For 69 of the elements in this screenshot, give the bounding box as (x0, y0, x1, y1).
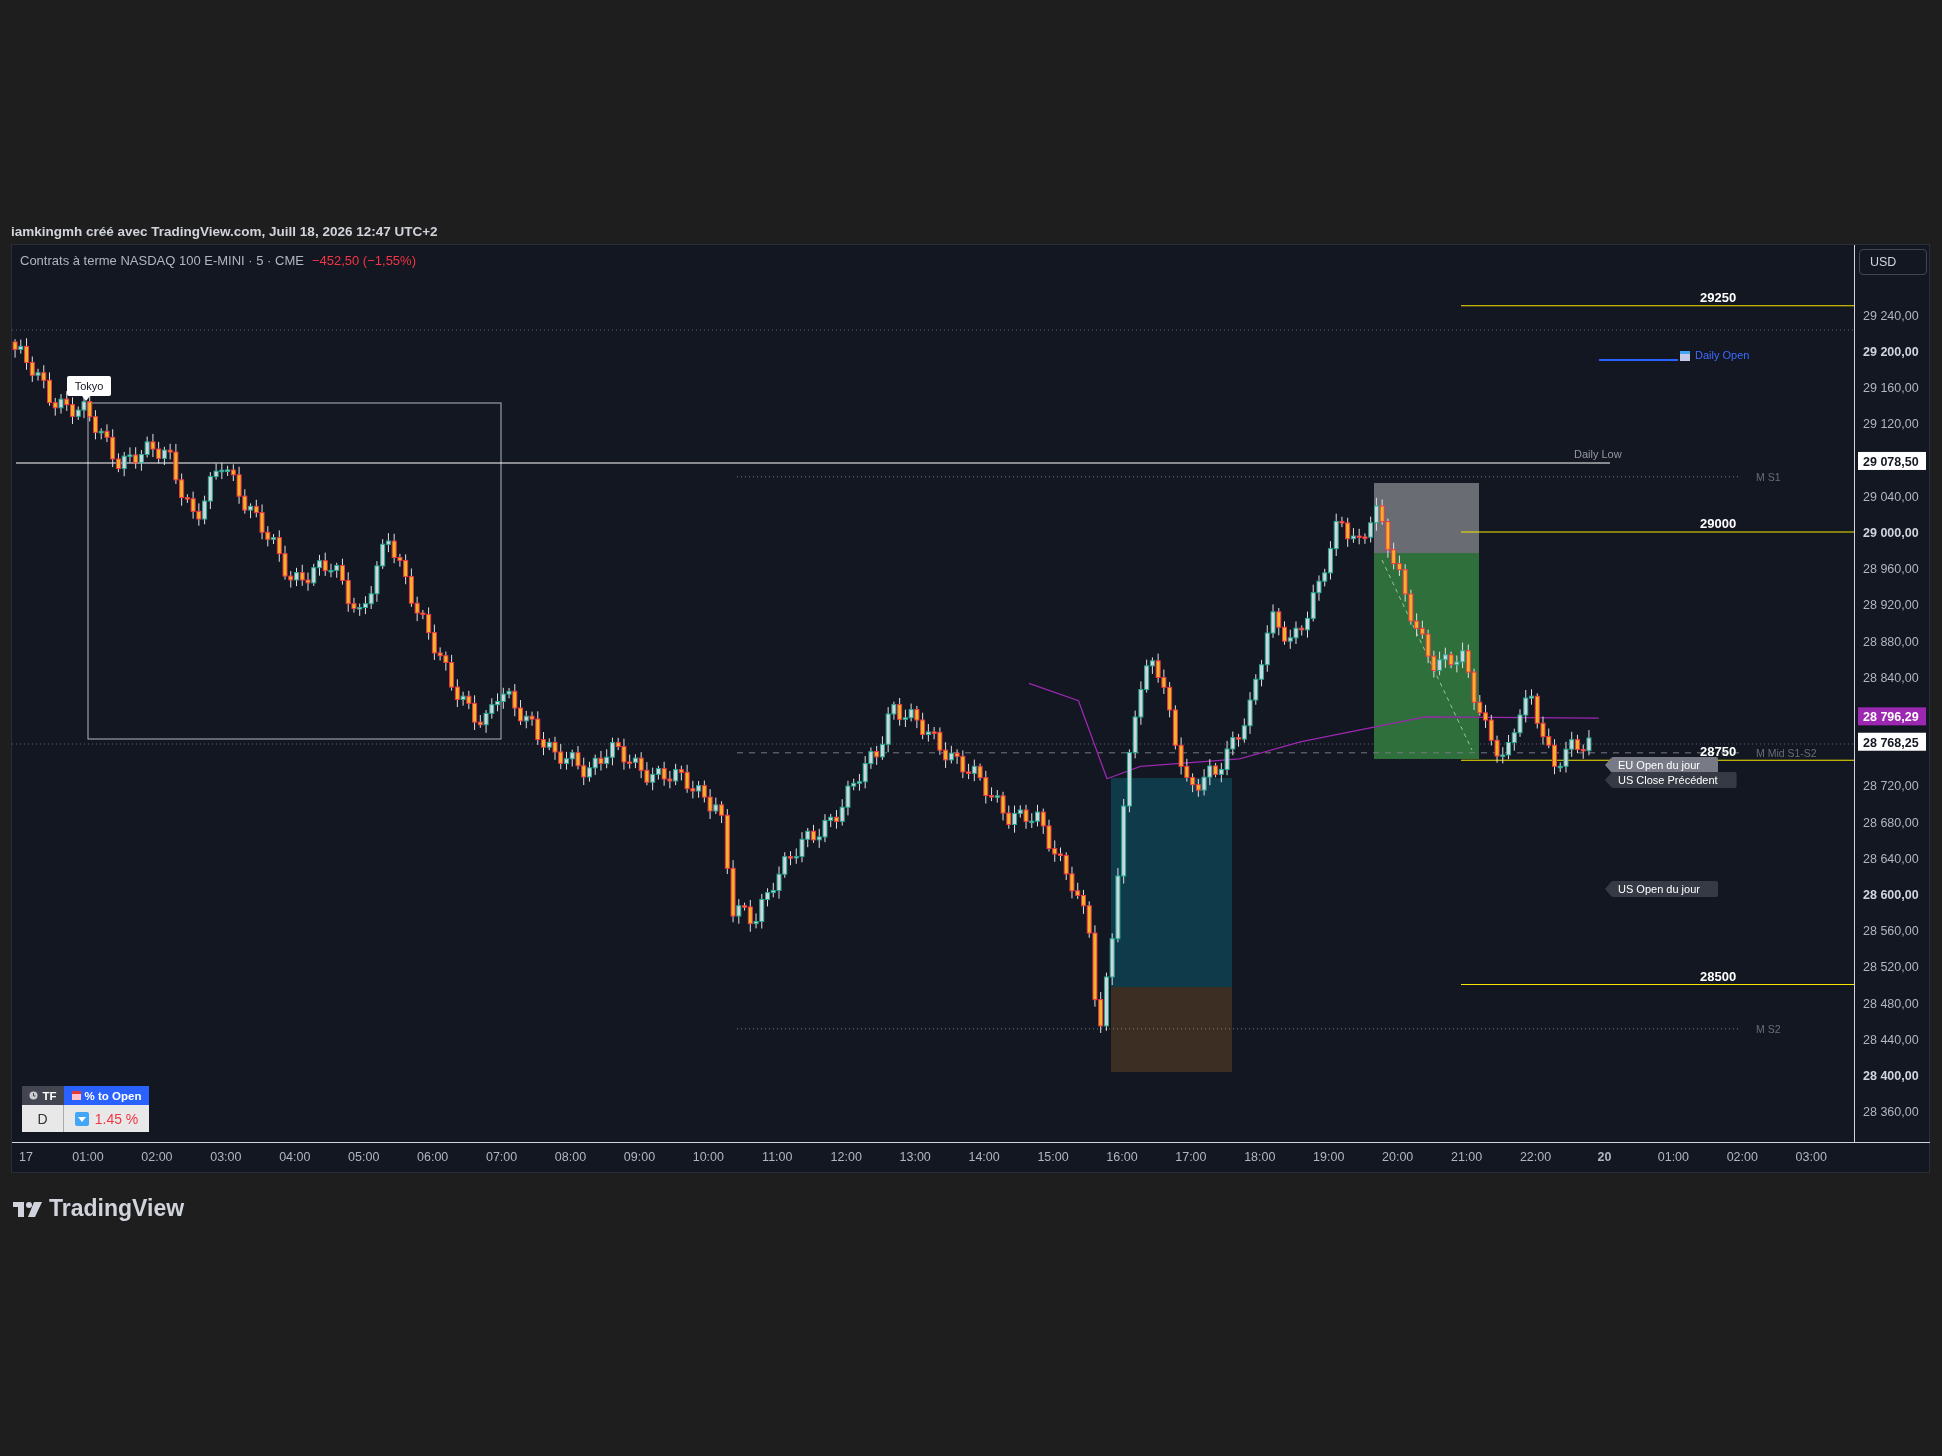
level-label: 29250 (1700, 289, 1737, 305)
price-tag: 28 768,25 (1858, 732, 1926, 751)
percent-value: 1.45 % (94, 1110, 139, 1127)
price-tick: 28 360,00 (1863, 1105, 1919, 1120)
price-tick: 28 960,00 (1863, 562, 1919, 577)
price-tick: 29 160,00 (1863, 381, 1919, 396)
time-tick: 10:00 (692, 1150, 724, 1164)
time-tick: 22:00 (1519, 1150, 1552, 1164)
price-change: −452,50 (−1,55%) (311, 253, 416, 268)
time-tick: 02:00 (141, 1150, 173, 1164)
table-cell: D (22, 1105, 64, 1132)
time-tick: 11:00 (762, 1150, 793, 1164)
price-tick: 28 720,00 (1863, 779, 1919, 794)
price-tick: 29 000,00 (1863, 526, 1919, 540)
time-tick: 13:00 (899, 1150, 931, 1164)
time-tick: 04:00 (279, 1150, 311, 1164)
price-tick: 28 400,00 (1863, 1069, 1919, 1083)
daily-open-label: Daily Open (1695, 349, 1750, 361)
level-label: 29000 (1700, 516, 1737, 531)
currency-button[interactable]: USD (1859, 249, 1927, 275)
time-tick: 17 (19, 1150, 33, 1164)
time-tick: 20 (1597, 1150, 1612, 1164)
time-tick: 01:00 (1657, 1150, 1690, 1164)
time-tick: 14:00 (968, 1150, 1000, 1164)
table-header-text: % to Open (84, 1089, 142, 1102)
table-header-text: TF (42, 1089, 57, 1102)
price-tick: 28 880,00 (1863, 634, 1919, 649)
price-tag: 29 078,50 (1858, 451, 1926, 470)
price-tick: 28 920,00 (1863, 598, 1919, 613)
time-tick: 17:00 (1175, 1150, 1207, 1164)
daily-low-label: Daily Low (1574, 448, 1622, 460)
time-tick: 19:00 (1313, 1150, 1345, 1164)
time-tick: 06:00 (417, 1150, 449, 1164)
time-tick: 05:00 (348, 1150, 380, 1164)
price-tick: 29 120,00 (1863, 417, 1919, 432)
session-label: Tokyo (67, 376, 111, 401)
symbol-title: Contrats à terme NASDAQ 100 E-MINI · 5 · CME (20, 253, 304, 268)
time-tick: 03:00 (1795, 1150, 1827, 1164)
time-tick: 12:00 (830, 1150, 862, 1164)
time-tick: 09:00 (623, 1150, 656, 1164)
price-tick: 28 840,00 (1863, 670, 1919, 685)
price-tag: 28 796,29 (1858, 707, 1926, 726)
level-label: 28750 (1700, 744, 1737, 760)
pivot-label: M S1 (1756, 470, 1781, 483)
time-tick: 01:00 (72, 1150, 104, 1164)
time-tick: 03:00 (210, 1150, 242, 1164)
time-tick: 15:00 (1037, 1150, 1069, 1164)
time-tick: 20:00 (1382, 1150, 1414, 1164)
pivot-label: M Mid S1-S2 (1756, 746, 1817, 759)
price-tick: 28 480,00 (1863, 996, 1919, 1011)
price-tick: 28 560,00 (1863, 924, 1919, 939)
price-tick: 28 520,00 (1863, 960, 1919, 975)
time-tick: 07:00 (485, 1150, 518, 1164)
level-label: 28500 (1700, 968, 1737, 984)
price-tick: 28 640,00 (1863, 851, 1919, 866)
author-line: iamkingmh créé avec TradingView.com, Juill 18, 2026 12:47 UTC+2 (10, 222, 439, 241)
time-tick: 02:00 (1726, 1150, 1758, 1164)
price-tick: 28 440,00 (1863, 1032, 1919, 1047)
time-tick: 08:00 (554, 1150, 587, 1164)
time-tick: 21:00 (1450, 1150, 1483, 1164)
price-tick: 28 600,00 (1863, 888, 1919, 902)
pivot-label: M S2 (1756, 1022, 1781, 1035)
price-tick: 28 680,00 (1863, 815, 1919, 830)
price-tick: 29 200,00 (1863, 345, 1919, 359)
logo-text: TradingView (49, 1195, 185, 1222)
time-tick: 18:00 (1244, 1150, 1276, 1164)
price-tick: 29 240,00 (1863, 308, 1919, 323)
price-tick: 29 040,00 (1863, 489, 1919, 504)
time-tick: 16:00 (1106, 1150, 1138, 1164)
